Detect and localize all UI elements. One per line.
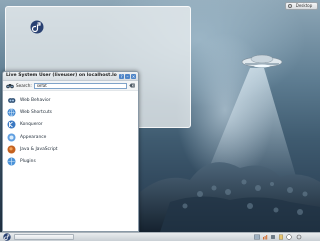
taskbar-panel [0,232,320,241]
clipboard-icon[interactable] [278,234,284,240]
close-button[interactable]: × [131,74,136,79]
power-icon[interactable] [286,234,292,240]
panel-toolbox-icon[interactable] [296,234,302,240]
fedora-icon[interactable] [3,233,11,241]
minimize-button[interactable]: – [125,74,130,79]
list-item-label: Konqueror [20,122,43,128]
window-titlebar[interactable]: Live System User (liveuser) on localhost… [3,72,138,81]
device-notifier-icon[interactable] [270,234,276,240]
module-list: Web Behavior Web Shortcuts Konqueror App… [3,91,138,168]
plugins-icon [7,157,16,166]
task-manager [14,234,254,240]
network-icon[interactable] [262,234,268,240]
settings-window[interactable]: Live System User (liveuser) on localhost… [2,71,139,232]
list-item-label: Web Shortcuts [20,109,52,115]
fedora-icon [30,20,44,34]
list-item[interactable]: Web Shortcuts [3,106,138,118]
list-item-label: Appearance [20,134,47,140]
java-icon [7,145,16,154]
list-item[interactable]: Appearance [3,131,138,143]
list-item-label: Java & JavaScript [20,146,58,152]
binoculars-icon [6,83,14,88]
cashew-icon [288,4,292,8]
list-item-label: Plugins [20,159,36,165]
desktop-icon[interactable] [17,19,57,39]
web-shortcuts-icon [7,108,16,117]
desktop-toolbox-label: Desktop [295,3,313,8]
search-bar: Search: [3,81,138,91]
appearance-icon [7,133,16,142]
list-item[interactable]: Web Behavior [3,94,138,106]
desktop-toolbox-button[interactable]: Desktop [285,2,318,10]
window-title: Live System User (liveuser) on localhost… [6,73,117,78]
help-button[interactable]: ? [119,74,124,79]
konqueror-icon [7,120,16,129]
list-item[interactable]: Java & JavaScript [3,143,138,155]
pager-icon[interactable] [254,234,260,240]
list-item-label: Web Behavior [20,97,51,103]
web-behavior-icon [8,97,16,103]
system-tray [254,234,302,240]
clear-icon[interactable] [129,83,135,88]
list-item[interactable]: Konqueror [3,119,138,131]
search-input[interactable] [33,82,127,89]
task-button[interactable] [14,234,74,240]
search-label: Search: [16,83,32,88]
list-item[interactable]: Plugins [3,155,138,167]
